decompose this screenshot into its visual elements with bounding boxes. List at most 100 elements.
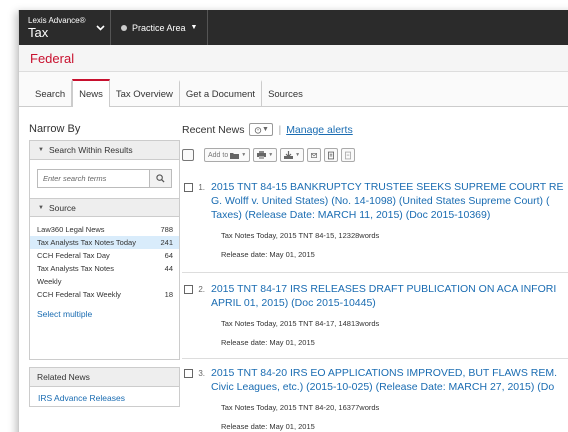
search-within-row: Enter search terms xyxy=(37,169,172,188)
source-count: 44 xyxy=(164,264,173,273)
result-divider xyxy=(182,272,568,273)
manage-alerts-link[interactable]: Manage alerts xyxy=(286,124,353,136)
search-within-input[interactable]: Enter search terms xyxy=(37,169,150,188)
notes-button[interactable] xyxy=(341,148,356,162)
source-name: Tax Analysts Tax Notes Today xyxy=(37,238,136,247)
email-icon xyxy=(311,152,318,158)
source-item[interactable]: Tax Analysts Tax Notes Today 241 xyxy=(30,236,179,249)
source-item[interactable]: CCH Federal Tax Day 64 xyxy=(30,249,179,262)
source-item[interactable]: Law360 Legal News 788 xyxy=(30,223,179,236)
result-date: Release date: May 01, 2015 xyxy=(221,250,315,259)
results-toolbar: Add to ▼ ▼ ▼ xyxy=(182,148,356,162)
result-title-line: G. Wolff v. United States) (No. 14-1098)… xyxy=(211,195,550,207)
email-button[interactable] xyxy=(307,148,322,162)
add-to-label: Add to xyxy=(208,151,229,159)
result-checkbox[interactable] xyxy=(184,183,193,192)
narrow-by-heading: Narrow By xyxy=(29,123,81,135)
app-window: Lexis Advance® Tax Practice Area ▼ Feder… xyxy=(18,10,568,432)
result-title-line: 2015 TNT 84-20 IRS EO APPLICATIONS IMPRO… xyxy=(211,367,558,379)
tab-tax-overview[interactable]: Tax Overview xyxy=(110,80,180,106)
add-to-folder-button[interactable]: Add to ▼ xyxy=(204,148,251,162)
source-item[interactable]: Tax Analysts Tax Notes 44 xyxy=(30,262,179,275)
related-news-header: Related News xyxy=(30,368,179,387)
result-meta: Tax Notes Today, 2015 TNT 84-15, 12328wo… xyxy=(221,231,380,240)
source-count: 788 xyxy=(160,225,173,234)
tab-sources[interactable]: Sources xyxy=(262,80,309,106)
chevron-down-icon: ▼ xyxy=(190,24,198,31)
related-news-label: Related News xyxy=(37,372,90,382)
collapse-triangle-icon: ▼ xyxy=(38,204,44,211)
notes-icon xyxy=(345,151,352,159)
source-item-continuation[interactable]: Weekly xyxy=(30,275,179,288)
source-label: Source xyxy=(48,202,76,213)
alarm-clock-icon xyxy=(254,126,262,134)
source-name: CCH Federal Tax Weekly xyxy=(37,290,121,299)
brand-small-text: Lexis Advance® xyxy=(28,15,86,25)
practice-area-menu[interactable]: Practice Area ▼ xyxy=(111,10,209,45)
print-button[interactable]: ▼ xyxy=(253,148,278,162)
tab-get-a-document[interactable]: Get a Document xyxy=(180,80,263,106)
search-button[interactable] xyxy=(150,169,172,188)
source-item[interactable]: CCH Federal Tax Weekly 18 xyxy=(30,288,179,301)
search-icon xyxy=(156,174,165,183)
select-all-checkbox[interactable] xyxy=(182,149,194,161)
product-switcher-chevron-down-icon[interactable] xyxy=(91,10,111,45)
document-button[interactable] xyxy=(324,148,339,162)
chevron-down-icon: ▼ xyxy=(295,152,301,158)
result-number: 3. xyxy=(198,369,205,378)
recent-news-heading: Recent News xyxy=(182,123,245,136)
result-divider xyxy=(182,358,568,359)
print-icon xyxy=(257,151,267,159)
practice-area-label: Practice Area xyxy=(132,22,186,33)
result-checkbox[interactable] xyxy=(184,369,193,378)
tab-news[interactable]: News xyxy=(72,79,110,107)
result-item: 3. 2015 TNT 84-20 IRS EO APPLICATIONS IM… xyxy=(184,366,568,431)
collapse-triangle-icon: ▼ xyxy=(38,147,44,153)
brand-logo[interactable]: Lexis Advance® Tax xyxy=(19,15,91,40)
source-name: Law360 Legal News xyxy=(37,225,105,234)
chevron-down-icon: ▼ xyxy=(268,152,274,158)
irs-advance-releases-link[interactable]: IRS Advance Releases xyxy=(30,387,179,409)
document-icon xyxy=(328,151,335,159)
top-bar: Lexis Advance® Tax Practice Area ▼ xyxy=(19,10,568,45)
chevron-down-icon: ▼ xyxy=(261,126,269,133)
source-name: Weekly xyxy=(37,277,62,286)
related-news-panel: Related News IRS Advance Releases xyxy=(29,367,180,407)
search-within-header[interactable]: ▼ Search Within Results xyxy=(30,141,179,160)
download-icon xyxy=(284,151,294,159)
result-meta: Tax Notes Today, 2015 TNT 84-17, 14813wo… xyxy=(221,319,380,328)
source-count: 241 xyxy=(160,238,173,247)
tab-search[interactable]: Search xyxy=(29,80,73,106)
separator: | xyxy=(278,123,282,136)
recent-news-bar: Recent News ▼ | Manage alerts xyxy=(182,123,353,136)
result-number: 1. xyxy=(198,183,205,192)
search-within-label: Search Within Results xyxy=(48,145,133,155)
result-title-link[interactable]: 2015 TNT 84-20 IRS EO APPLICATIONS IMPRO… xyxy=(211,366,568,394)
result-checkbox[interactable] xyxy=(184,285,193,294)
source-count: 64 xyxy=(164,251,173,260)
source-header[interactable]: ▼ Source xyxy=(30,198,179,217)
source-name: Tax Analysts Tax Notes xyxy=(37,264,114,273)
alert-bell-dropdown[interactable]: ▼ xyxy=(249,123,274,136)
result-item: 2. 2015 TNT 84-17 IRS RELEASES DRAFT PUB… xyxy=(184,282,568,347)
source-name: CCH Federal Tax Day xyxy=(37,251,110,260)
result-title-line: Taxes) (Release Date: MARCH 11, 2015) (D… xyxy=(211,209,491,221)
section-title: Federal xyxy=(30,50,75,66)
chevron-down-icon: ▼ xyxy=(241,152,247,158)
result-title-link[interactable]: 2015 TNT 84-15 BANKRUPTCY TRUSTEE SEEKS … xyxy=(211,180,568,222)
filter-panel: ▼ Search Within Results Enter search ter… xyxy=(29,140,180,360)
section-header: Federal xyxy=(19,45,568,72)
result-date: Release date: May 01, 2015 xyxy=(221,338,315,347)
source-count: 18 xyxy=(164,290,173,299)
brand-product-text: Tax xyxy=(28,24,49,40)
result-title-link[interactable]: 2015 TNT 84-17 IRS RELEASES DRAFT PUBLIC… xyxy=(211,282,568,310)
result-date: Release date: May 01, 2015 xyxy=(221,422,315,431)
result-item: 1. 2015 TNT 84-15 BANKRUPTCY TRUSTEE SEE… xyxy=(184,180,568,259)
download-button[interactable]: ▼ xyxy=(280,148,305,162)
practice-area-icon xyxy=(121,24,127,31)
result-meta: Tax Notes Today, 2015 TNT 84-20, 16377wo… xyxy=(221,403,380,412)
result-title-line: Civic Leagues, etc.) (2015-10-025) (Rele… xyxy=(211,381,555,393)
result-title-line: 2015 TNT 84-15 BANKRUPTCY TRUSTEE SEEKS … xyxy=(211,181,564,193)
result-title-line: 2015 TNT 84-17 IRS RELEASES DRAFT PUBLIC… xyxy=(211,283,557,295)
select-multiple-link[interactable]: Select multiple xyxy=(30,301,179,319)
